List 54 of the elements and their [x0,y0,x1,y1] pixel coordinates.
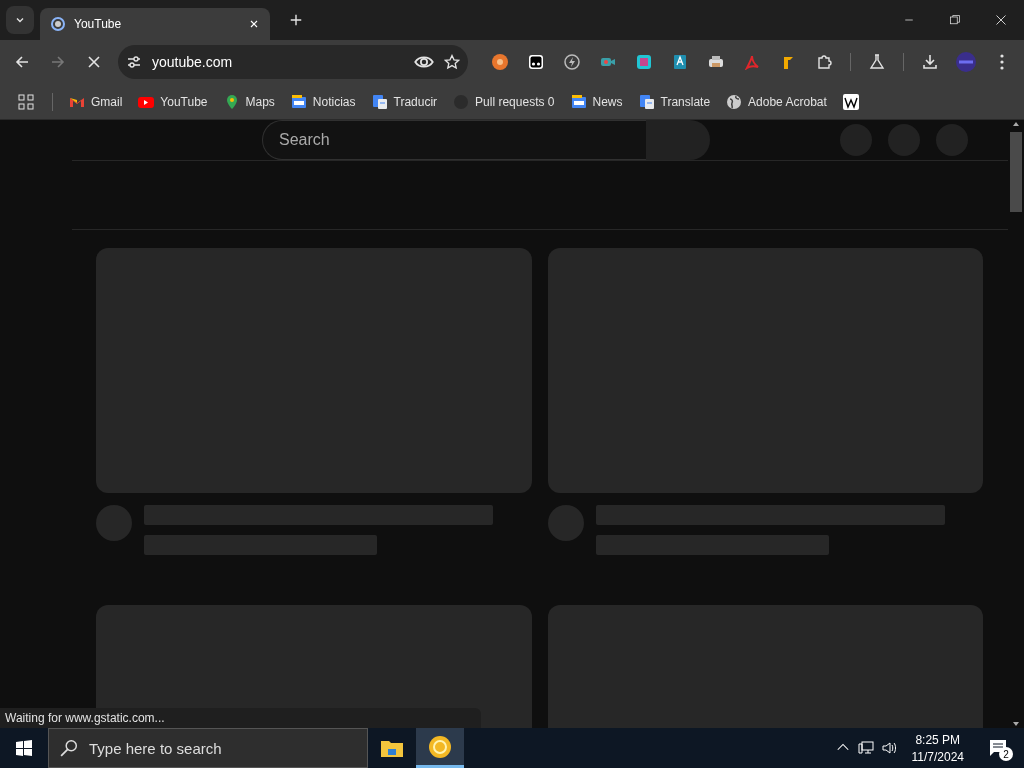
translate-icon [371,93,388,110]
bookmark[interactable]: News [564,90,629,113]
bolt-icon [564,54,581,70]
bookmark[interactable]: Maps [217,90,281,113]
star-icon [444,54,461,70]
search-icon [60,739,78,757]
sliders-icon [126,54,142,70]
restore-icon [949,14,961,26]
letter-tile-icon [672,54,689,70]
windows-icon [16,740,32,756]
network-icon [857,740,874,756]
flask-icon [869,54,886,70]
arrow-left-icon [14,54,30,70]
close-icon [995,14,1007,26]
bookmark[interactable]: YouTube [132,90,214,113]
bookmark[interactable]: Pull requests 0 [447,90,561,113]
printer-icon [708,54,725,70]
avatar-icon [956,52,976,72]
close-icon [248,18,260,30]
loading-spinner-icon [50,16,66,32]
puzzle-icon [816,54,833,70]
plus-icon [289,13,303,27]
round-badge-icon [492,54,509,70]
wikipedia-icon [842,93,859,110]
bookmark[interactable]: Translate [632,90,717,113]
status-bubble: Waiting for www.gstatic.com... [0,708,481,728]
grid-icon [18,93,34,110]
bookmark[interactable]: Adobe Acrobat [720,90,833,113]
taskbar-clock[interactable]: 8:25 PM 11/7/2024 [905,732,970,764]
mask-icon [528,54,545,70]
avatar-placeholder [96,505,132,541]
browser-tab[interactable]: YouTube [40,8,270,40]
download-icon [922,54,938,70]
bookmark[interactable]: Traducir [365,90,444,113]
notifications-button[interactable]: 2 [978,728,1018,768]
bookmark[interactable]: Gmail [63,90,129,113]
scrollbar-thumb[interactable] [1010,132,1022,212]
translate-icon [638,93,655,110]
avatar-placeholder [548,505,584,541]
globe-icon [726,93,743,110]
newspaper-icon [570,93,587,110]
browser-ring-icon [428,734,452,759]
taskbar-search-field[interactable]: Type here to search [48,728,368,768]
search-field[interactable]: Search [262,120,646,160]
close-icon [86,54,102,70]
taskbar-app[interactable] [416,728,464,768]
acrobat-icon [744,54,761,70]
more-icon [1000,54,1004,70]
speaker-icon [881,740,898,756]
address-bar[interactable]: youtube.com [118,45,469,79]
arrow-right-icon [50,54,66,70]
bookmark[interactable]: Noticias [284,90,362,113]
square-icon [636,54,653,70]
newspaper-icon [290,93,307,110]
